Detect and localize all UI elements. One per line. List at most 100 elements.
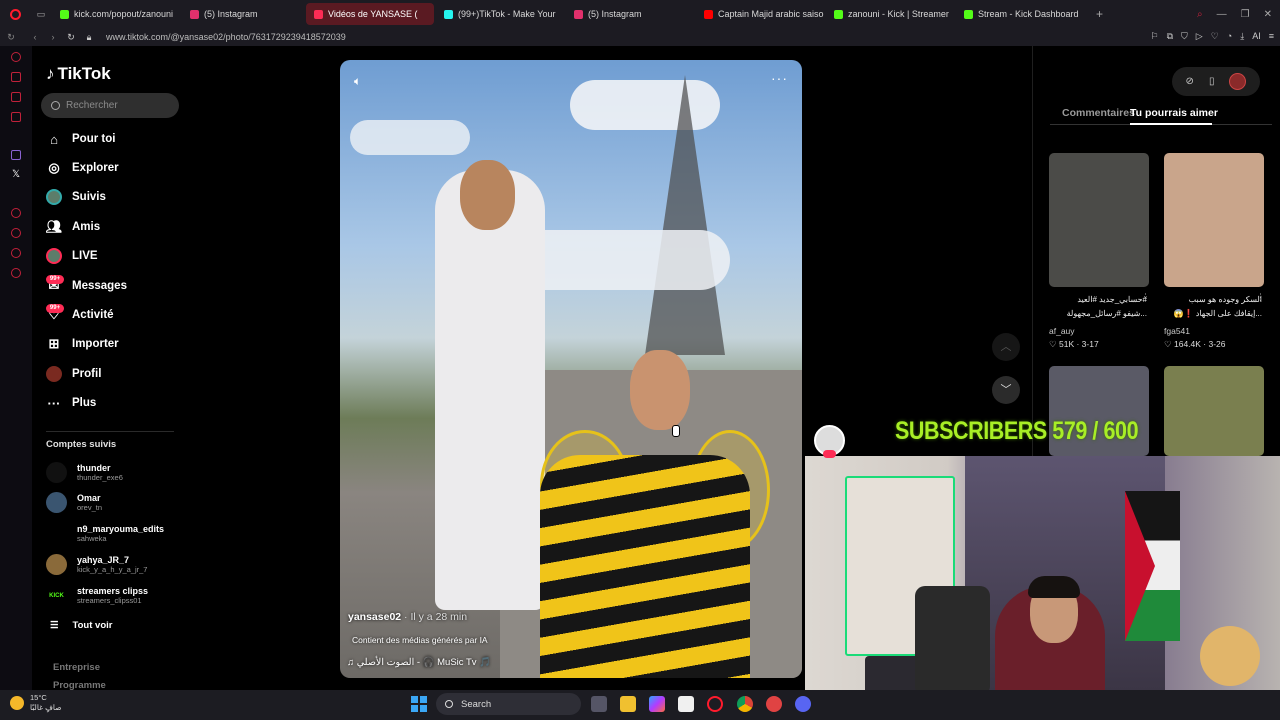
more-options-icon[interactable]: ⋮ <box>1141 292 1150 303</box>
player-icon[interactable] <box>11 208 21 218</box>
history-icon[interactable] <box>11 52 21 62</box>
discord-icon[interactable] <box>795 696 811 712</box>
browser-tab[interactable]: kick.com/popout/zanouni <box>52 3 180 25</box>
x-icon[interactable]: 𝕏 <box>11 170 21 180</box>
minimize-icon[interactable]: — <box>1217 9 1227 20</box>
nav-item-suivis[interactable]: Suivis <box>46 189 106 205</box>
opera-menu-icon[interactable] <box>0 8 30 20</box>
video-caption[interactable]: #حسابي_جديد #العيد ...شيفو #رسائل_مجهولة <box>1049 293 1147 321</box>
followed-account[interactable]: n9_maryouma_edits sahweka <box>46 523 164 544</box>
account-icon[interactable]: ◔ <box>1227 31 1232 42</box>
url-field[interactable]: www.tiktok.com/@yansase02/photo/76317292… <box>106 32 346 42</box>
browser-tab[interactable]: (5) Instagram <box>182 3 304 25</box>
streamer-webcam <box>805 456 1280 690</box>
browser-tab[interactable]: (5) Instagram <box>566 3 694 25</box>
adblock-icon[interactable]: ⛉ <box>1181 31 1188 42</box>
tab-overview-icon[interactable]: ▭ <box>30 9 52 20</box>
tab-you-may-like[interactable]: Tu pourrais aimer <box>1130 107 1218 119</box>
recommended-video-thumbnail[interactable] <box>1164 366 1264 456</box>
nav-item-amis[interactable]: 👥︎ Amis <box>46 219 100 235</box>
maximize-icon[interactable]: ❐ <box>1241 9 1250 20</box>
file-explorer-icon[interactable] <box>620 696 636 712</box>
store-icon[interactable] <box>678 696 694 712</box>
recommended-video-thumbnail[interactable] <box>1164 153 1264 287</box>
music-icon[interactable] <box>11 112 21 122</box>
menu-icon[interactable]: ≡ <box>1269 31 1274 42</box>
nav-label: Amis <box>72 221 101 233</box>
followed-account[interactable]: thunder thunder_exe6 <box>46 462 123 483</box>
browser-tab[interactable]: Captain Majid arabic saiso <box>696 3 824 25</box>
download-icon[interactable]: ⤓ <box>1240 31 1244 42</box>
video-creator[interactable]: fga541 <box>1164 326 1190 336</box>
see-all-link[interactable]: ☰ Tout voir <box>50 620 112 631</box>
bookmark-icon[interactable]: ⚐ <box>1151 31 1159 42</box>
list-icon: ☰ <box>50 620 59 631</box>
author-name: yansase02 <box>348 611 402 623</box>
messenger-icon[interactable] <box>11 92 21 102</box>
windows-start-button[interactable] <box>411 696 427 712</box>
close-window-icon[interactable]: ✕ <box>1264 9 1272 20</box>
video-post[interactable]: 🔈︎ ··· yansase02 · Il y a 28 min Contien… <box>340 60 802 678</box>
followed-account[interactable]: Omar orev_tn <box>46 492 102 513</box>
separator: · <box>1074 339 1082 349</box>
video-author[interactable]: yansase02 · Il y a 28 min <box>348 611 467 623</box>
taskbar-search[interactable]: Search <box>436 693 581 715</box>
copilot-icon[interactable] <box>649 696 665 712</box>
twitch-icon[interactable] <box>11 150 21 160</box>
tiktok-logo[interactable]: ♪ TikTok <box>46 64 111 84</box>
user-avatar[interactable] <box>1229 73 1247 90</box>
more-options-icon[interactable]: ⋮ <box>1256 292 1265 303</box>
ai-content-notice: Contient des médias générés par IA <box>352 635 488 645</box>
browser-tab[interactable]: (99+)TikTok - Make Your <box>436 3 564 25</box>
tab-comments[interactable]: Commentaires <box>1062 107 1135 119</box>
forward-icon[interactable]: › <box>46 32 60 42</box>
bee-costume <box>540 455 750 678</box>
extensions-icon[interactable] <box>11 248 21 258</box>
followed-account[interactable]: yahya_JR_7 kick_y_a_h_y_a_jr_7 <box>46 554 147 575</box>
nav-item-pourtoi[interactable]: ⌂ Pour toi <box>46 131 115 147</box>
next-video-button[interactable]: ﹀ <box>992 376 1020 404</box>
previous-video-button[interactable]: ︿ <box>992 333 1020 361</box>
nav-label: Suivis <box>72 191 106 203</box>
browser-tab[interactable]: Stream - Kick Dashboard <box>956 3 1086 25</box>
nav-item-profil[interactable]: Profil <box>46 366 101 382</box>
weather-widget[interactable]: 15°C صافٍ غالبًا <box>10 693 62 713</box>
volume-icon[interactable]: 🔈︎ <box>354 74 361 89</box>
friends-icon: 👥︎ <box>45 219 63 234</box>
search-tabs-icon[interactable]: ⌕ <box>1197 9 1203 20</box>
compass-icon[interactable]: ⊘ <box>1186 76 1194 87</box>
nav-item-plus[interactable]: ··· Plus <box>46 395 97 411</box>
heart-icon[interactable]: ♡ <box>1211 31 1219 42</box>
search-input[interactable]: Rechercher <box>41 93 179 118</box>
player-icon[interactable]: ▷ <box>1196 31 1203 42</box>
recommended-video-thumbnail[interactable] <box>1049 153 1149 287</box>
tab-favicon-icon <box>190 9 199 19</box>
video-creator[interactable]: af_auy <box>1049 326 1075 336</box>
music-label[interactable]: ♫ الصوت الأصلي - 🎧 MuSic Tv 🎵 <box>347 657 491 668</box>
new-tab-button[interactable]: + <box>1096 7 1103 21</box>
task-view-icon[interactable] <box>591 696 607 712</box>
see-all-label: Tout voir <box>72 620 113 631</box>
opera-icon[interactable] <box>707 696 723 712</box>
browser-tab[interactable]: Vidéos de YANSASE ( <box>306 3 434 25</box>
reload-icon-left[interactable]: ↻ <box>4 32 18 43</box>
more-options-icon[interactable]: ··· <box>771 70 788 86</box>
man-in-white-head <box>460 160 515 230</box>
video-caption[interactable]: السكر وجوده هو سبب ...إيقافك على الجهاد … <box>1164 293 1262 321</box>
nav-item-live[interactable]: LIVE <box>46 248 98 264</box>
ai-button[interactable]: AI <box>1252 31 1261 42</box>
nav-item-importer[interactable]: ⊞ Importer <box>46 336 119 352</box>
chrome-icon[interactable] <box>737 696 753 712</box>
clock-icon[interactable] <box>11 228 21 238</box>
browser-tab[interactable]: zanouni - Kick | Streamer <box>826 3 954 25</box>
workspace-icon[interactable] <box>11 72 21 82</box>
settings-icon[interactable] <box>11 268 21 278</box>
followed-account[interactable]: KICK streamers clipss streamers_clipss01 <box>46 585 148 606</box>
app-icon[interactable] <box>766 696 782 712</box>
device-icon[interactable]: ▯ <box>1209 76 1215 87</box>
nav-item-explorer[interactable]: ◎ Explorer <box>46 160 118 176</box>
reload-icon[interactable]: ↻ <box>64 32 78 43</box>
back-icon[interactable]: ‹ <box>28 32 42 42</box>
footer-link-business[interactable]: Entreprise <box>53 662 100 673</box>
snapshot-icon[interactable]: ⧉ <box>1167 31 1173 42</box>
